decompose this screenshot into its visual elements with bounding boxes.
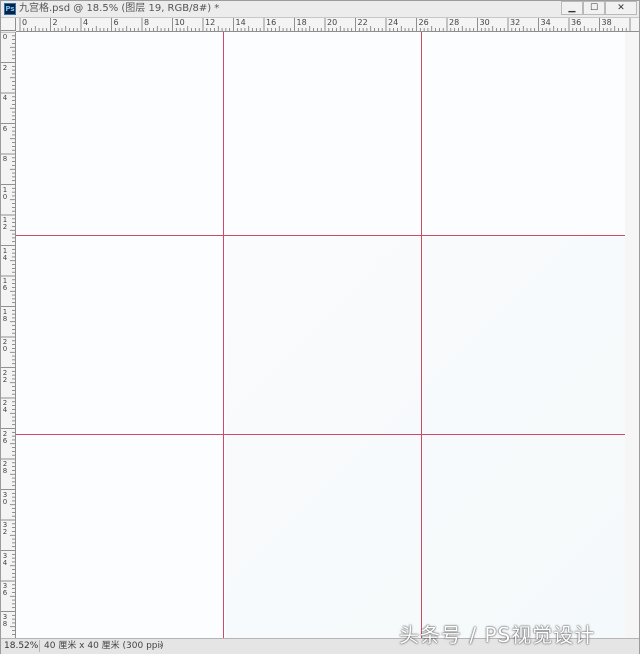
photoshop-app-icon: Ps: [4, 3, 16, 15]
status-menu-arrow-icon[interactable]: ›: [159, 640, 163, 652]
horizontal-ruler-label: 0: [22, 18, 28, 27]
horizontal-guide-2[interactable]: [16, 434, 625, 435]
vertical-ruler-label: 34: [2, 551, 8, 567]
vertical-guide-1[interactable]: [223, 32, 224, 638]
vertical-ruler-label: 20: [2, 338, 8, 353]
vertical-ruler-label: 38: [2, 612, 8, 628]
vertical-ruler-label: 30: [2, 490, 8, 506]
vertical-ruler-ticks: [1, 32, 15, 635]
horizontal-ruler-label: 32: [510, 18, 521, 27]
document-size-info: 40 厘米 x 40 厘米 (300 ppi): [39, 640, 164, 652]
minimize-button[interactable]: ▁: [561, 1, 583, 15]
canvas-pasteboard: [625, 32, 639, 638]
ruler-origin-corner[interactable]: [1, 18, 16, 31]
vertical-ruler-label: 28: [2, 460, 8, 475]
horizontal-ruler-label: 6: [113, 18, 119, 27]
title-bar[interactable]: Ps 九宫格.psd @ 18.5% (图层 19, RGB/8#) * ▁ ☐…: [1, 1, 639, 18]
horizontal-ruler-label: 18: [296, 18, 307, 27]
vertical-ruler-label: 14: [2, 246, 8, 262]
vertical-ruler-label: 4: [2, 94, 8, 102]
horizontal-ruler-label: 24: [388, 18, 399, 27]
vertical-ruler-label: 6: [2, 124, 8, 133]
horizontal-ruler-label: 8: [144, 18, 150, 27]
vertical-ruler-label: 26: [2, 429, 8, 445]
horizontal-ruler-label: 34: [540, 18, 551, 27]
horizontal-ruler-label: 38: [601, 18, 612, 27]
vertical-guide-2[interactable]: [421, 32, 422, 638]
vertical-ruler-label: 8: [2, 155, 8, 163]
document-title: 九宫格.psd @ 18.5% (图层 19, RGB/8#) *: [19, 3, 220, 14]
vertical-ruler-label: 12: [2, 216, 8, 231]
maximize-button[interactable]: ☐: [583, 1, 605, 15]
horizontal-guide-1[interactable]: [16, 235, 625, 236]
horizontal-ruler-label: 30: [479, 18, 490, 27]
horizontal-ruler-label: 36: [571, 18, 582, 27]
vertical-ruler-label: 2: [2, 63, 8, 72]
vertical-ruler-label: 10: [2, 185, 8, 201]
horizontal-ruler-label: 12: [205, 18, 216, 27]
vertical-ruler-label: 36: [2, 582, 8, 597]
vertical-ruler-label: 32: [2, 521, 8, 536]
horizontal-ruler-label: 20: [327, 18, 338, 27]
horizontal-ruler-label: 26: [418, 18, 429, 27]
horizontal-ruler-label: 22: [357, 18, 368, 27]
horizontal-ruler-label: 4: [83, 18, 89, 27]
horizontal-ruler-label: 28: [449, 18, 460, 27]
horizontal-ruler-label: 10: [174, 18, 185, 27]
vertical-ruler-label: 22: [2, 368, 8, 384]
vertical-ruler-label: 18: [2, 307, 8, 323]
horizontal-ruler-label: 2: [52, 18, 58, 27]
zoom-level-field[interactable]: 18.52%: [4, 640, 38, 652]
canvas-highlight-region: [226, 237, 625, 638]
close-button[interactable]: ✕: [605, 1, 637, 15]
watermark-text: 头条号 / PS视觉设计: [399, 623, 596, 647]
vertical-ruler-label: 0: [2, 33, 8, 41]
document-canvas[interactable]: [16, 32, 625, 638]
vertical-ruler[interactable]: 0 2 4 6 8 10 12 14 16 18 20 22 24 26 28 30 32 34 36 38: [1, 32, 16, 638]
vertical-ruler-label: 16: [2, 277, 8, 292]
photoshop-document-window: Ps 九宫格.psd @ 18.5% (图层 19, RGB/8#) * ▁ ☐…: [0, 0, 640, 654]
horizontal-ruler-label: 14: [235, 18, 246, 27]
vertical-ruler-label: 24: [2, 399, 8, 414]
horizontal-ruler[interactable]: 0 2 4 6 8 10 12 14 16 18 20 22 24 26 28 30 32 34 36 38: [16, 18, 639, 32]
horizontal-ruler-label: 16: [266, 18, 277, 27]
